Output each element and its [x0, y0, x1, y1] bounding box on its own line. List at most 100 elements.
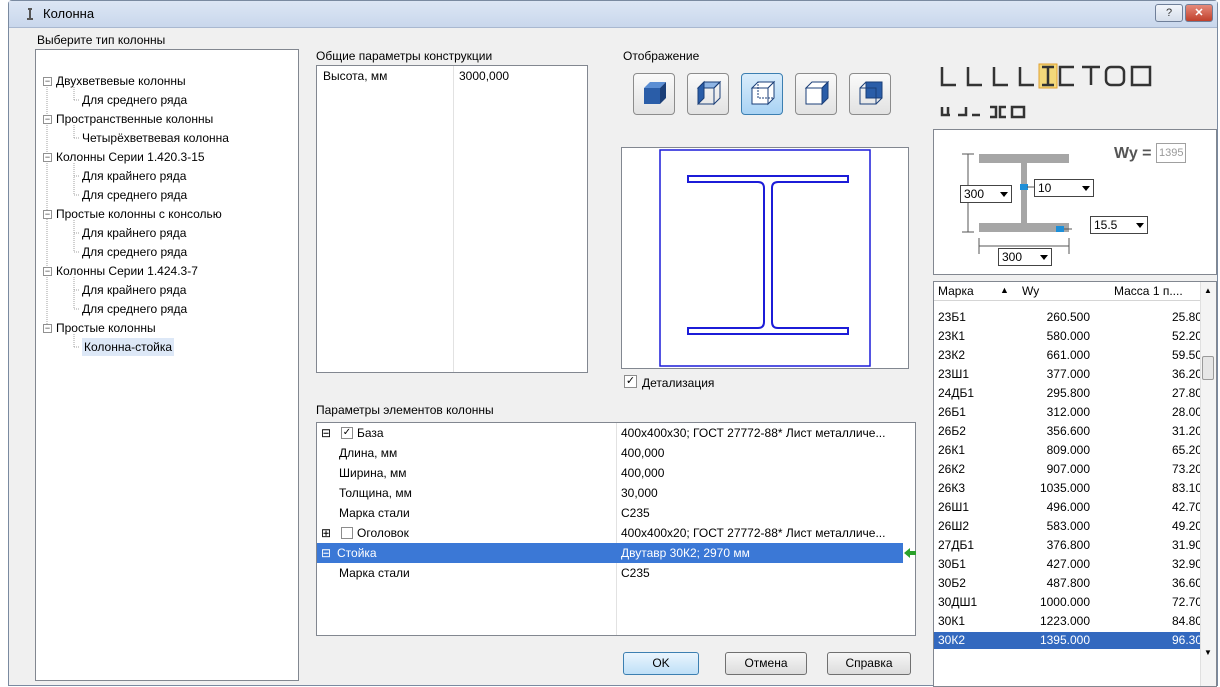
collapse-icon[interactable]: − [43, 267, 52, 276]
cell-wy: 661.000 [1046, 348, 1090, 362]
table-row[interactable]: 30Б2 487.800 36.60 [934, 575, 1202, 592]
tree-item-series-1424-middle[interactable]: Для среднего ряда [82, 300, 187, 318]
table-row[interactable]: 23Б1 260.500 25.80 [934, 309, 1202, 326]
col-wy-header[interactable]: Wy [1022, 284, 1039, 298]
table-row[interactable]: 30К1 1223.000 84.80 [934, 613, 1202, 630]
height-value[interactable]: 3000,000 [459, 66, 509, 86]
section-dims-panel: Wy = 1395 300 10 15.5 300 [933, 129, 1217, 275]
height-dropdown[interactable]: 300 [960, 185, 1012, 203]
table-row[interactable]: 30К2 1395.000 96.30 [934, 632, 1202, 649]
cell-mass: 36.20 [1171, 367, 1202, 381]
table-row[interactable]: 26Б2 356.600 31.20 [934, 423, 1202, 440]
base-name: База [357, 426, 384, 440]
tree-item-two-branch-middle[interactable]: Для среднего ряда [82, 91, 187, 109]
tree-item-simple[interactable]: Простые колонны [56, 319, 156, 337]
table-row[interactable]: 30ДШ1 1000.000 72.70 [934, 594, 1202, 611]
cell-mass: 73.20 [1171, 462, 1202, 476]
tree-item-console[interactable]: Простые колонны с консолью [56, 205, 222, 223]
col-mass-header[interactable]: Масса 1 п.... [1114, 284, 1183, 298]
table-row[interactable]: 30Б1 427.000 32.90 [934, 556, 1202, 573]
collapse-icon[interactable]: − [43, 115, 52, 124]
section-preview [621, 147, 909, 369]
close-button[interactable]: ✕ [1185, 4, 1213, 22]
tree-item-series-1420[interactable]: Колонны Серии 1.420.3-15 [56, 148, 205, 166]
width-dropdown[interactable]: 300 [998, 248, 1052, 266]
tree-item-two-branch[interactable]: Двухветвевые колонны [56, 72, 186, 90]
thickness-value[interactable]: 30,000 [621, 483, 658, 503]
tree-item-console-edge[interactable]: Для крайнего ряда [82, 224, 186, 242]
cell-wy: 295.800 [1046, 386, 1090, 400]
profile-type-selector[interactable] [934, 61, 1209, 125]
cell-mark: 27ДБ1 [938, 538, 975, 552]
table-row[interactable]: 23К1 580.000 52.20 [934, 328, 1202, 345]
collapse-icon[interactable]: − [43, 77, 52, 86]
expand-base-icon[interactable]: ⊟ [321, 423, 339, 443]
table-row[interactable]: 24ДБ1 295.800 27.80 [934, 385, 1202, 402]
col-mark-header[interactable]: Марка [938, 284, 974, 298]
window-title: Колонна [43, 6, 95, 21]
cell-wy: 260.500 [1046, 310, 1090, 324]
post-steel-name: Марка стали [339, 566, 410, 580]
table-row[interactable]: 26К3 1035.000 83.10 [934, 480, 1202, 497]
help-title-button[interactable]: ? [1155, 4, 1183, 22]
view-front-button[interactable] [633, 73, 675, 115]
chevron-down-icon [1082, 186, 1090, 191]
scroll-down-icon[interactable]: ▼ [1204, 648, 1212, 657]
tree-item-series-1424[interactable]: Колонны Серии 1.424.3-7 [56, 262, 198, 280]
table-row[interactable]: 26К1 809.000 65.20 [934, 442, 1202, 459]
expand-cap-icon[interactable]: ⊞ [321, 523, 339, 543]
web-thickness-dropdown[interactable]: 10 [1034, 179, 1094, 197]
table-row[interactable]: 27ДБ1 376.800 31.90 [934, 537, 1202, 554]
width-value[interactable]: 400,000 [621, 463, 664, 483]
tree-item-series-1420-middle[interactable]: Для среднего ряда [82, 186, 187, 204]
cell-mark: 26К3 [938, 481, 966, 495]
profile-grid[interactable]: Марка ▲ Wy Масса 1 п.... 23Б1 260.500 25.8… [933, 281, 1217, 687]
ibeam-preview-drawing [659, 149, 871, 367]
cap-checkbox[interactable] [341, 527, 353, 539]
tree-item-console-middle[interactable]: Для среднего ряда [82, 243, 187, 261]
table-row[interactable]: 26Ш2 583.000 49.20 [934, 518, 1202, 535]
wy-field[interactable]: 1395 [1156, 143, 1186, 163]
green-arrow-icon[interactable] [903, 546, 917, 560]
detail-checkbox[interactable]: ✓ [624, 375, 637, 388]
table-row[interactable]: 26Ш1 496.000 42.70 [934, 499, 1202, 516]
base-value: 400x400x30; ГОСТ 27772-88* Лист металлич… [621, 426, 886, 440]
cell-mark: 24ДБ1 [938, 386, 975, 400]
cell-mark: 23К1 [938, 329, 966, 343]
collapse-icon[interactable]: − [43, 153, 52, 162]
cell-mark: 26К2 [938, 462, 966, 476]
scroll-thumb[interactable] [1202, 356, 1214, 380]
tree-label: Выберите тип колонны [37, 33, 166, 47]
cancel-button[interactable]: Отмена [725, 652, 807, 675]
cube-right-icon [804, 80, 830, 106]
base-steel-value[interactable]: С235 [621, 503, 650, 523]
table-row[interactable]: 23К2 661.000 59.50 [934, 347, 1202, 364]
column-type-tree[interactable]: − Двухветвевые колонны Для среднего ряда… [35, 49, 299, 681]
view-left-button[interactable] [687, 73, 729, 115]
cell-wy: 583.000 [1046, 519, 1090, 533]
table-row[interactable]: 26Б1 312.000 28.00 [934, 404, 1202, 421]
length-value[interactable]: 400,000 [621, 443, 664, 463]
tree-item-spatial[interactable]: Пространственные колонны [56, 110, 213, 128]
table-row[interactable]: 23Ш1 377.000 36.20 [934, 366, 1202, 383]
tree-item-series-1420-edge[interactable]: Для крайнего ряда [82, 167, 186, 185]
tree-item-series-1424-edge[interactable]: Для крайнего ряда [82, 281, 186, 299]
help-button[interactable]: Справка [827, 652, 911, 675]
wy-label: Wy = [1114, 145, 1152, 162]
tree-item-four-branch[interactable]: Четырёхветвевая колонна [82, 129, 229, 147]
table-row[interactable]: 26К2 907.000 73.20 [934, 461, 1202, 478]
grid-scrollbar[interactable]: ▲ ▼ [1200, 282, 1216, 686]
ok-button[interactable]: OK [623, 652, 699, 675]
collapse-icon[interactable]: − [43, 210, 52, 219]
tree-item-column-post[interactable]: Колонна-стойка [82, 338, 175, 356]
flange-thickness-dropdown[interactable]: 15.5 [1090, 216, 1148, 234]
base-checkbox[interactable]: ✓ [341, 427, 353, 439]
view-back-button[interactable] [849, 73, 891, 115]
selected-row-highlight[interactable] [317, 543, 903, 563]
collapse-icon[interactable]: − [43, 324, 52, 333]
view-iso-button[interactable] [741, 73, 783, 115]
post-steel-value[interactable]: С235 [621, 563, 650, 583]
column-icon [27, 8, 33, 20]
scroll-up-icon[interactable]: ▲ [1204, 286, 1212, 295]
view-right-button[interactable] [795, 73, 837, 115]
